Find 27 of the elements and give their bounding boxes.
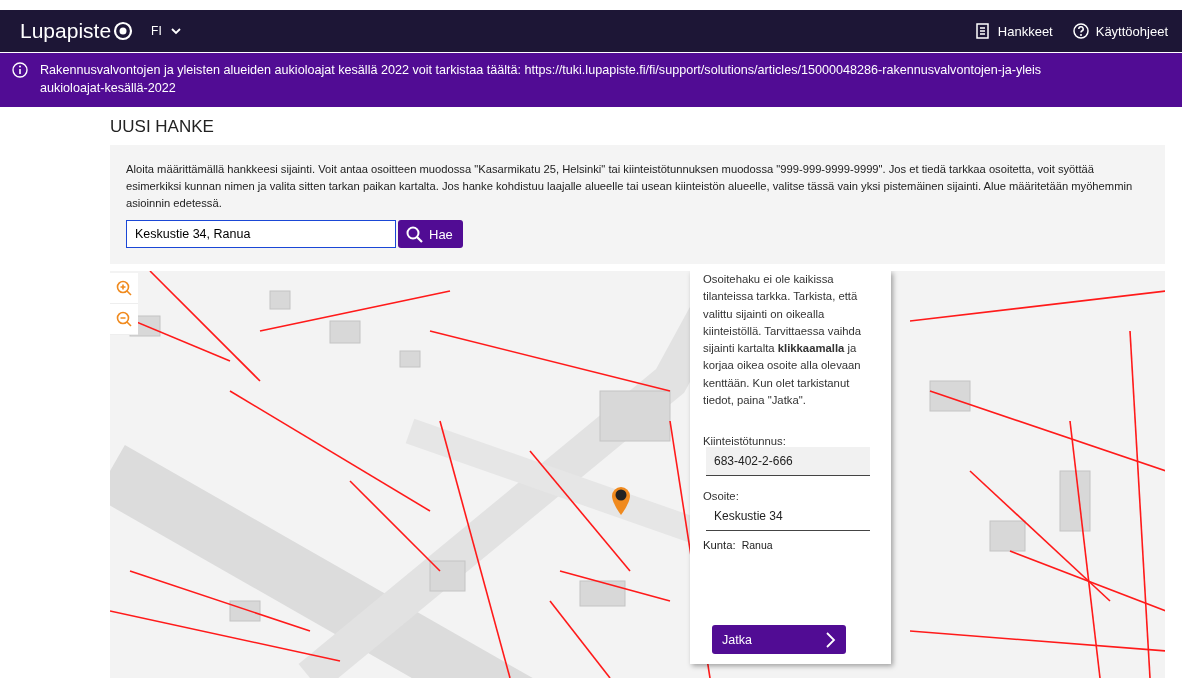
map-marker-icon: [610, 485, 632, 516]
search-icon: [406, 225, 423, 243]
page-title: UUSI HANKE: [110, 117, 215, 137]
chevron-right-icon: [825, 631, 836, 648]
info-icon: [12, 62, 28, 78]
nav-link[interactable]: Hankkeet: [974, 23, 1053, 39]
language-dropdown[interactable]: FI: [149, 22, 184, 40]
logo-icon: [113, 21, 134, 41]
municipality-value: Ranua: [741, 539, 773, 552]
zoom-out-icon: [116, 311, 132, 327]
field-label: Osoite:: [703, 490, 740, 503]
continue-button[interactable]: Jatka: [712, 625, 846, 654]
logo-text: Lupapiste: [20, 19, 112, 43]
caret-icon: [169, 26, 182, 36]
popup-text: Osoitehaku ei ole kaikissa tilanteissa tarkka. Tarkista, että valittu sijainti on oikealla kiinteistöllä. Tarvittaessa vaihda sijainti kartalta klikkaamalla ja korjaa oikea osoite alla olevaan kenttään. Kun olet tarkistanut tiedot, paina "Jatka".: [703, 272, 863, 409]
field-label: Kiinteistötunnus:: [703, 435, 787, 448]
help-icon: [1072, 23, 1089, 39]
search-field[interactable]: Keskustie 34, Ranua: [126, 220, 396, 248]
notice-text: Rakennusvalvontojen ja yleisten alueiden aukioloajat kesällä 2022 voit tarkistaa täältä: https://tuki.lupapiste.fi/fi/support/solutions/articles/15000048286-rakennusvalvontojen-ja-yleis: [40, 62, 1042, 79]
search-button[interactable]: Hae: [398, 220, 463, 248]
nav-link[interactable]: Käyttöohjeet: [1072, 23, 1168, 39]
input-field: 683-402-2-666: [706, 447, 870, 477]
document-icon: [974, 23, 991, 39]
intro-text: Aloita määrittämällä hankkeesi sijainti. Voit antaa osoitteen muodossa "Kasarmikatu 25, Helsinki" tai kiinteistötunnuksen muodossa "999-999-9999-9999". Jos et tiedä tarkkaa osoitetta, voit syöttää esimerkiksi kunnan nimen ja valita sitten tarkan paikan kartalta. Jos hanke kohdistuu laajalle alueelle tai usean kiinteistön alueelle, valitse tässä vain yksi pistemäinen sijainti. Alue määritetään myöhemmin asioinnin edetessä.: [126, 162, 1134, 211]
municipality-label: Kunta:: [703, 539, 736, 552]
notice-text: aukioloajat-kesällä-2022: [40, 80, 177, 97]
zoom-in-icon: [116, 280, 132, 296]
